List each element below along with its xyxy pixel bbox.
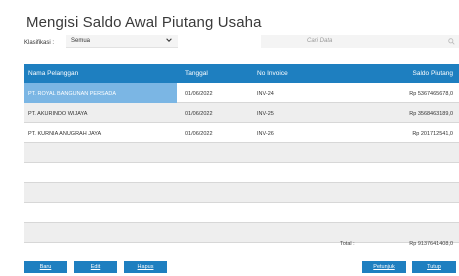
cell-invoice: INV-24 [257, 91, 274, 97]
cell-saldo: Rp 201712541,0 [412, 131, 453, 137]
cell-tanggal: 01/06/2022 [185, 91, 213, 97]
cell-tanggal: 01/06/2022 [185, 111, 213, 117]
delete-button[interactable]: Hapus [124, 261, 167, 273]
search-icon [448, 38, 455, 45]
classification-selected-value: Semua [71, 38, 91, 44]
empty-row [24, 143, 459, 163]
page-title: Mengisi Saldo Awal Piutang Usaha [26, 14, 262, 31]
header-no-invoice[interactable]: No Invoice [257, 70, 288, 77]
receivables-table: Nama Pelanggan Tanggal No Invoice Saldo … [24, 64, 459, 243]
table-header: Nama Pelanggan Tanggal No Invoice Saldo … [24, 64, 459, 83]
cell-tanggal: 01/06/2022 [185, 131, 213, 137]
header-nama-pelanggan[interactable]: Nama Pelanggan [28, 70, 78, 77]
table-row[interactable]: PT. ROYAL BANGUNAN PERSADA 01/06/2022 IN… [24, 83, 459, 103]
new-button[interactable]: Baru [24, 261, 67, 273]
close-button[interactable]: Tutup [412, 261, 456, 273]
cell-nama: PT. ROYAL BANGUNAN PERSADA [28, 91, 117, 97]
classification-select[interactable]: Semua [66, 35, 178, 48]
cell-saldo: Rp 5367465678,0 [409, 91, 453, 97]
empty-row [24, 203, 459, 223]
classification-label: Klasifikasi : [24, 40, 55, 46]
cell-saldo: Rp 3568463189,0 [409, 111, 453, 117]
empty-row [24, 223, 459, 243]
cell-nama: PT. AKURINDO WIJAYA [28, 111, 88, 117]
edit-button[interactable]: Edit [74, 261, 117, 273]
search-placeholder: Cari Data [307, 38, 333, 44]
header-saldo-piutang[interactable]: Saldo Piutang [413, 70, 453, 77]
help-button[interactable]: Petunjuk [362, 261, 406, 273]
empty-row [24, 183, 459, 203]
cell-invoice: INV-26 [257, 131, 274, 137]
search-input[interactable]: Cari Data [261, 35, 459, 48]
total-value: Rp 9137641408,0 [409, 241, 453, 247]
cell-nama: PT. KURNIA ANUGRAH JAYA [28, 131, 102, 137]
total-label: Total : [340, 241, 355, 247]
table-row[interactable]: PT. AKURINDO WIJAYA 01/06/2022 INV-25 Rp… [24, 103, 459, 123]
empty-row [24, 163, 459, 183]
chevron-down-icon [166, 38, 172, 42]
table-row[interactable]: PT. KURNIA ANUGRAH JAYA 01/06/2022 INV-2… [24, 123, 459, 143]
header-tanggal[interactable]: Tanggal [185, 70, 208, 77]
cell-invoice: INV-25 [257, 111, 274, 117]
